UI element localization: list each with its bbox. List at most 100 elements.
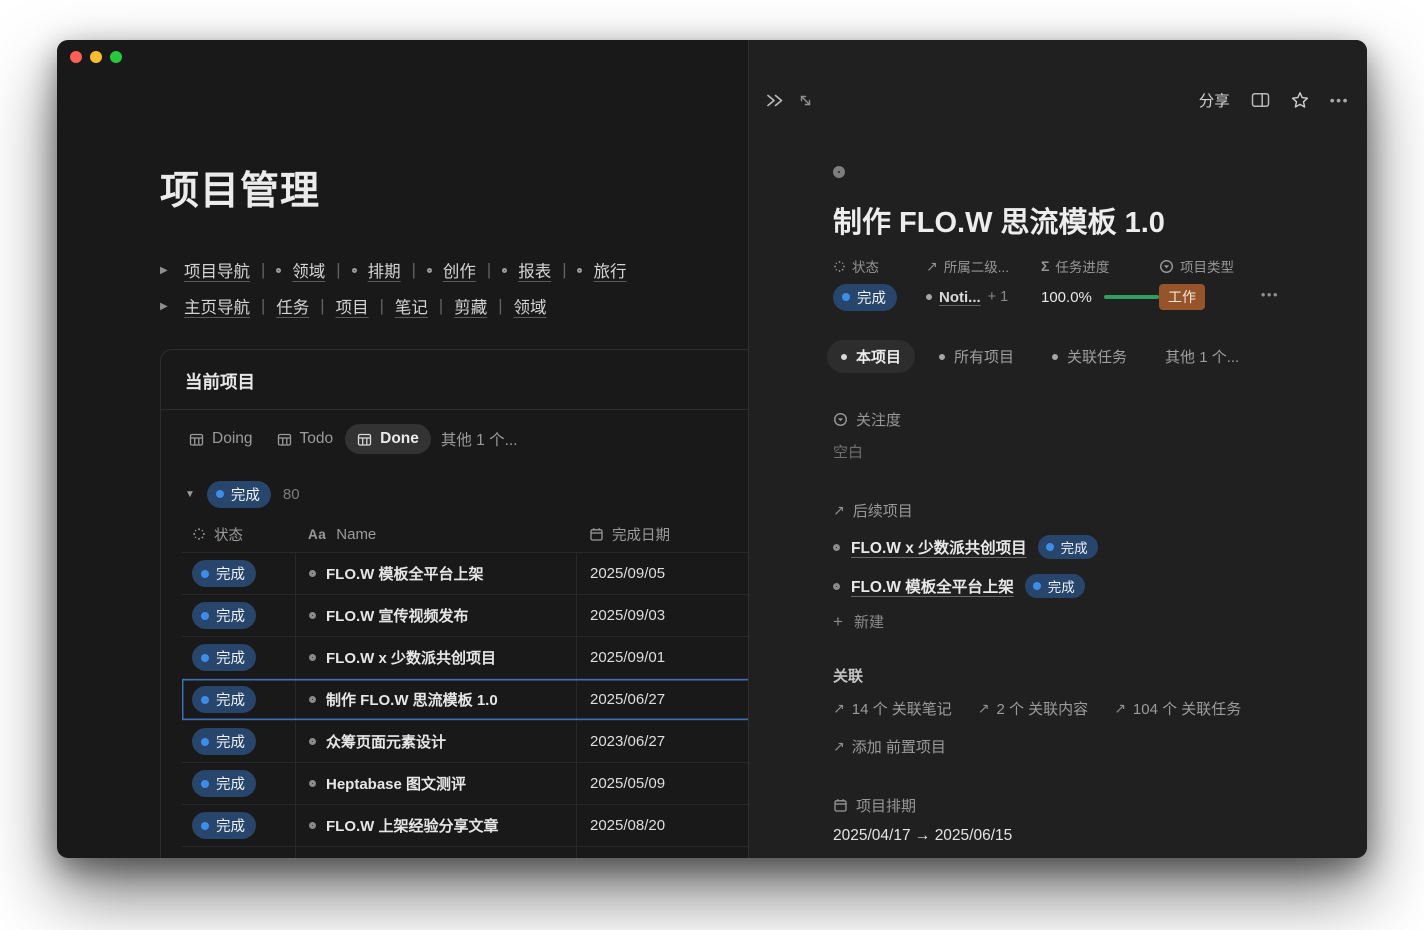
nav-link-schedule[interactable]: 排期: [368, 258, 401, 282]
toggle-right-icon[interactable]: ▶: [160, 301, 173, 312]
related-notes-link[interactable]: ↗ 14 个 关联笔记: [833, 698, 952, 719]
app-window: 项目管理 ▶ 项目导航 | 领域 | 排期 | 创作 | 报表 | 旅行: [57, 40, 1367, 858]
expand-diagonal-icon[interactable]: [798, 93, 813, 108]
status-cell[interactable]: 完成: [182, 805, 295, 846]
status-cell[interactable]: 完成: [182, 679, 295, 720]
date-cell[interactable]: 2025/06/27: [576, 679, 748, 720]
status-cell[interactable]: 完成: [182, 721, 295, 762]
view-tab-done[interactable]: Done: [345, 424, 431, 454]
tab-all-projects[interactable]: 所有项目: [925, 340, 1028, 373]
tab-related-tasks[interactable]: 关联任务: [1038, 340, 1141, 373]
nav-link-create[interactable]: 创作: [443, 258, 476, 282]
side-peek-icon[interactable]: [1251, 92, 1270, 108]
separator: |: [320, 297, 324, 316]
table-row[interactable]: 完成 众筹页面元素设计 2023/06/27: [182, 720, 748, 762]
table-row[interactable]: 完成 FLO.W x 少数派共创项目 2025/09/01: [182, 636, 748, 678]
nav-link-report[interactable]: 报表: [518, 258, 551, 282]
zoom-button[interactable]: [110, 51, 122, 63]
schedule-label[interactable]: 项目排期: [833, 795, 1331, 815]
property-parent-value[interactable]: Noti... + 1: [926, 284, 1041, 310]
followups-label[interactable]: ↗ 后续项目: [833, 500, 1331, 520]
date-cell[interactable]: 2023/06/27: [576, 721, 748, 762]
badge-dot-icon: [216, 490, 224, 498]
nav-link-travel[interactable]: 旅行: [593, 258, 626, 282]
page-ring-icon: [309, 696, 316, 703]
status-cell[interactable]: 完成: [182, 637, 295, 678]
more-views-button[interactable]: 其他 1 个...: [441, 428, 518, 450]
toggle-right-icon[interactable]: ▶: [160, 265, 173, 276]
table-row[interactable]: 完成 FLO.W 上架经验分享文章 2025/08/20: [182, 804, 748, 846]
schedule-date-range[interactable]: 2025/04/17 → 2025/06/15: [833, 827, 1331, 845]
name-cell[interactable]: FLO.W 宣传视频发布: [295, 595, 576, 636]
tab-more[interactable]: 其他 1 个...: [1151, 340, 1253, 373]
close-button[interactable]: [70, 51, 82, 63]
nav-link-home-nav[interactable]: 主页导航: [184, 294, 250, 318]
related-content-link[interactable]: ↗ 2 个 关联内容: [978, 698, 1088, 719]
name-cell[interactable]: FLO.W 上架经验分享文章: [295, 805, 576, 846]
add-predecessor-button[interactable]: ↗ 添加 前置项目: [833, 736, 1331, 757]
favorite-star-icon[interactable]: [1291, 91, 1309, 109]
column-name[interactable]: Aa Name: [295, 526, 576, 543]
attention-label[interactable]: 关注度: [833, 409, 1331, 429]
date-cell[interactable]: 2025/09/01: [576, 637, 748, 678]
related-tasks-link[interactable]: ↗ 104 个 关联任务: [1114, 698, 1241, 719]
nav-link-domain2[interactable]: 领域: [513, 294, 546, 318]
view-tab-todo[interactable]: Todo: [265, 424, 346, 454]
nav-link-domain[interactable]: 领域: [292, 258, 325, 282]
view-tab-doing[interactable]: Doing: [177, 424, 265, 454]
page-title[interactable]: 项目管理: [160, 160, 320, 216]
nav-link-clips[interactable]: 剪藏: [454, 294, 487, 318]
nav-link-notes[interactable]: 笔记: [395, 294, 428, 318]
nav-link-projects[interactable]: 项目: [336, 294, 369, 318]
name-cell[interactable]: 众筹页面元素设计: [295, 721, 576, 762]
column-status[interactable]: 状态: [182, 524, 295, 545]
date-cell[interactable]: 2025/09/03: [576, 595, 748, 636]
table-row-selected[interactable]: 完成 制作 FLO.W 思流模板 1.0 2025/06/27: [182, 678, 748, 720]
table-row-partial: [182, 846, 748, 858]
property-type-label[interactable]: 项目类型: [1159, 257, 1289, 275]
table-row[interactable]: 完成 FLO.W 宣传视频发布 2025/09/03: [182, 594, 748, 636]
name-cell[interactable]: FLO.W 模板全平台上架: [295, 553, 576, 594]
date-cell[interactable]: 2025/09/05: [576, 553, 748, 594]
property-status-value[interactable]: 完成: [833, 284, 926, 310]
property-parent-label[interactable]: ↗ 所属二级...: [926, 257, 1041, 275]
table-row[interactable]: 完成 FLO.W 模板全平台上架 2025/09/05: [182, 552, 748, 594]
share-button[interactable]: 分享: [1199, 89, 1230, 111]
page-ring-icon: [309, 654, 316, 661]
new-followup-button[interactable]: + 新建: [833, 611, 1331, 632]
status-cell[interactable]: 完成: [182, 595, 295, 636]
page-ring-icon: [309, 780, 316, 787]
tab-this-project[interactable]: 本项目: [827, 340, 915, 373]
plus-icon: +: [833, 612, 843, 632]
name-cell[interactable]: FLO.W x 少数派共创项目: [295, 637, 576, 678]
property-status-label[interactable]: 状态: [833, 257, 926, 275]
date-cell[interactable]: 2025/05/09: [576, 763, 748, 804]
attention-empty-value[interactable]: 空白: [833, 441, 1331, 462]
nav-link-project-nav[interactable]: 项目导航: [184, 258, 250, 282]
property-progress-label[interactable]: Σ 任务进度: [1041, 257, 1159, 275]
name-cell[interactable]: 制作 FLO.W 思流模板 1.0: [295, 679, 576, 720]
followup-link[interactable]: FLO.W x 少数派共创项目: [851, 536, 1027, 558]
relations-label: 关联: [833, 665, 1331, 686]
date-cell[interactable]: 2025/08/20: [576, 805, 748, 846]
peek-page-title[interactable]: 制作 FLO.W 思流模板 1.0: [833, 199, 1331, 241]
name-cell[interactable]: Heptabase 图文测评: [295, 763, 576, 804]
separator: |: [487, 261, 491, 280]
status-cell[interactable]: 完成: [182, 763, 295, 804]
table-row[interactable]: 完成 Heptabase 图文测评 2025/05/09: [182, 762, 748, 804]
nav-link-tasks[interactable]: 任务: [276, 294, 309, 318]
minimize-button[interactable]: [90, 51, 102, 63]
board-title: 当前项目: [161, 350, 748, 410]
followup-item: FLO.W 模板全平台上架 完成: [833, 574, 1331, 598]
relation-link[interactable]: Noti...: [939, 289, 981, 306]
status-cell[interactable]: 完成: [182, 553, 295, 594]
followup-link[interactable]: FLO.W 模板全平台上架: [851, 575, 1014, 597]
toggle-down-icon[interactable]: ▼: [185, 489, 195, 500]
more-properties-icon[interactable]: •••: [1261, 287, 1279, 302]
page-ring-icon: [309, 612, 316, 619]
page-ring-icon[interactable]: [833, 166, 845, 178]
more-menu-icon[interactable]: •••: [1330, 92, 1349, 108]
column-date[interactable]: 完成日期: [576, 524, 748, 545]
close-peek-chevrons-icon[interactable]: [766, 93, 784, 108]
property-progress-value[interactable]: 100.0%: [1041, 284, 1159, 310]
